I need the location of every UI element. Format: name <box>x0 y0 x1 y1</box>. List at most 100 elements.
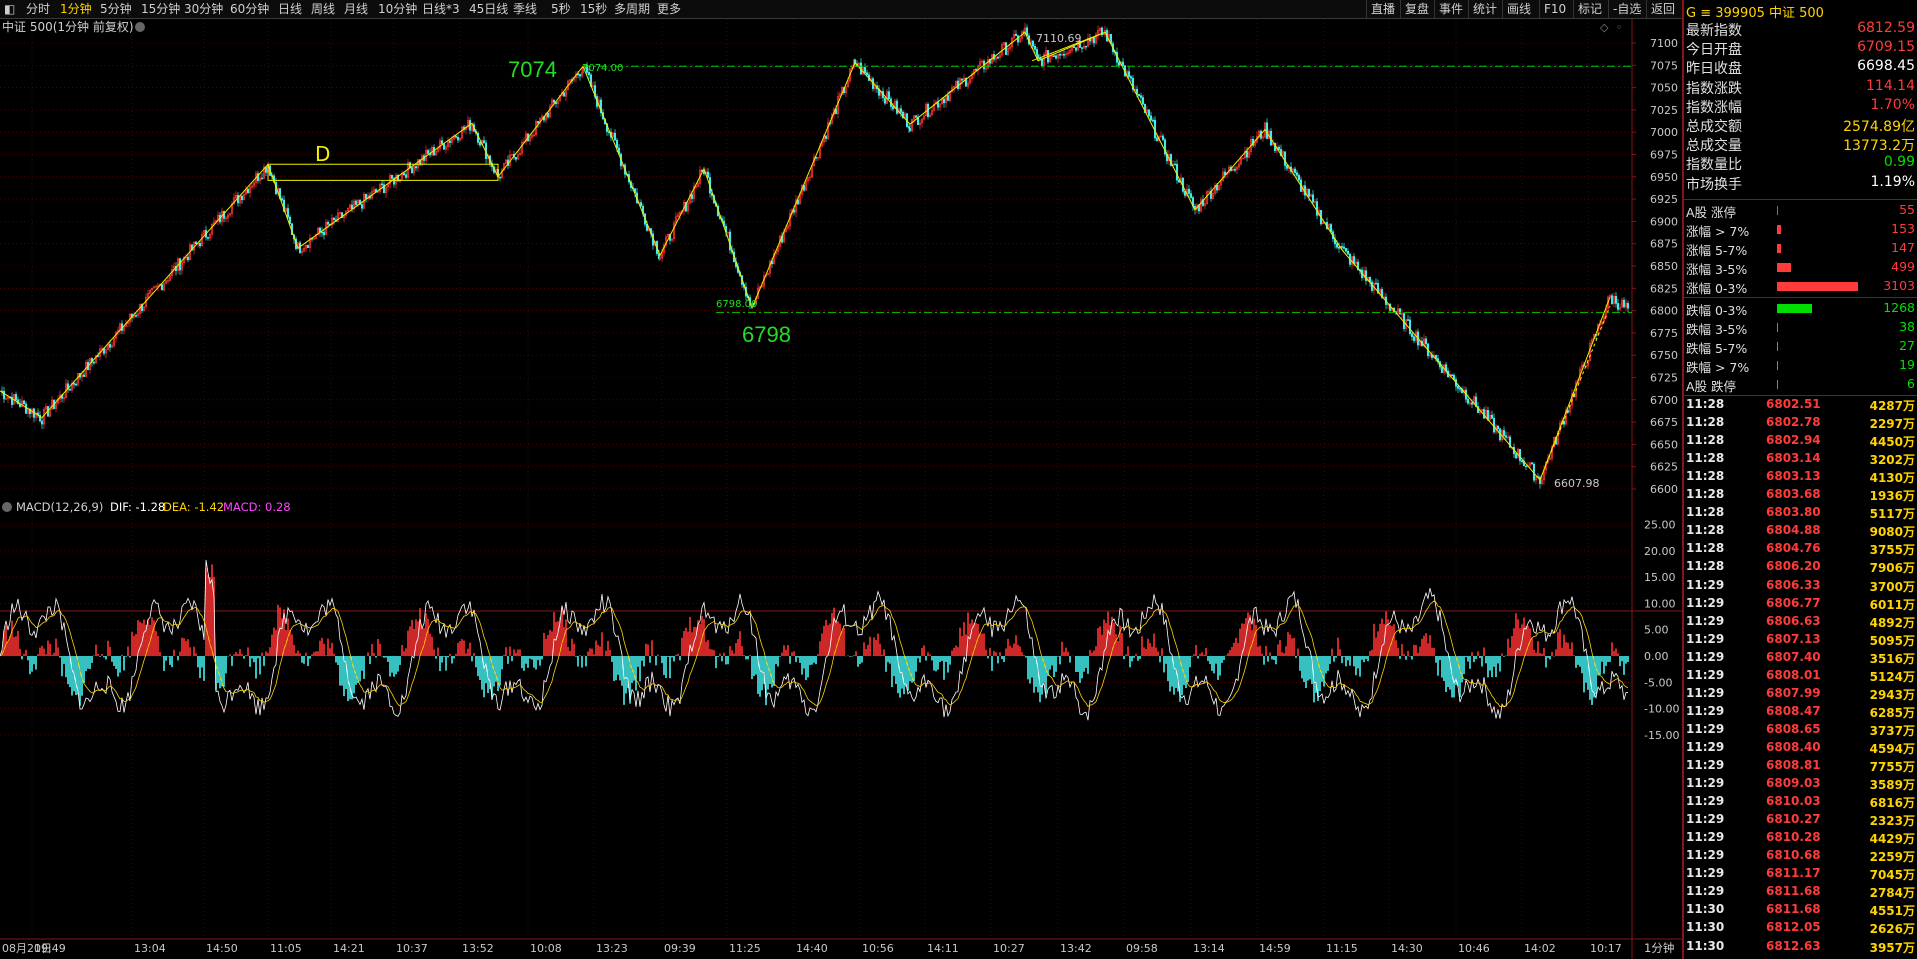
candle-body <box>1311 194 1315 203</box>
period-tab-9[interactable]: 10分钟 <box>376 0 419 18</box>
time-label: 11:15 <box>1326 942 1358 955</box>
macd-name: MACD(12,26,9) <box>16 500 103 514</box>
candle-body <box>865 72 869 76</box>
tick-volume: 2259万 <box>1869 850 1915 865</box>
candle-body <box>414 166 418 169</box>
period-tab-8[interactable]: 月线 <box>342 0 370 18</box>
candle-body <box>1173 163 1177 166</box>
tick-price: 6808.01 <box>1766 667 1821 682</box>
toolbar-right-4[interactable]: 画线 <box>1502 0 1535 18</box>
quote-value: 6812.59 <box>1857 20 1915 36</box>
tick-price: 6804.76 <box>1766 541 1821 556</box>
diamond-icon[interactable]: ◇ <box>1600 21 1609 34</box>
breadth-label: 涨幅 3-5% <box>1686 262 1748 277</box>
candle-body <box>354 200 358 205</box>
zigzag-line[interactable] <box>0 31 1611 482</box>
candle-body <box>907 126 911 129</box>
tick-volume: 3516万 <box>1869 651 1915 666</box>
breadth-label: 涨幅 > 7% <box>1686 224 1750 239</box>
candle-body <box>160 284 164 291</box>
breadth-value: 38 <box>1899 319 1915 334</box>
quote-label: 总成交额 <box>1686 119 1742 135</box>
toolbar-right-2[interactable]: 事件 <box>1434 0 1467 18</box>
candle-body <box>402 172 406 175</box>
candle-body <box>1466 398 1470 404</box>
breadth-label: A股 涨停 <box>1686 205 1737 220</box>
quote-label: 市场换手 <box>1686 176 1742 193</box>
toolbar-right-6[interactable]: 标记 <box>1573 0 1606 18</box>
toolbar-right-0[interactable]: 直播 <box>1366 0 1399 18</box>
breadth-down-row: 跌幅 5-7% 27 <box>1684 337 1917 356</box>
period-tab-16[interactable]: 更多 <box>655 0 683 18</box>
period-tab-4[interactable]: 30分钟 <box>182 0 225 18</box>
tick-volume: 1936万 <box>1869 489 1915 504</box>
chart-title: 中证 500(1分钟 前复权) <box>2 19 134 34</box>
candle-body <box>1610 295 1614 304</box>
tick-price: 6810.68 <box>1766 848 1821 863</box>
time-label: 13:23 <box>596 942 628 955</box>
time-label: 10:37 <box>396 942 428 955</box>
period-tab-1[interactable]: 1分钟 <box>58 0 94 18</box>
quote-value: 13773.2万 <box>1843 138 1915 155</box>
tick-volume: 4287万 <box>1869 399 1915 413</box>
candle-body <box>1295 172 1299 176</box>
breadth-bar <box>1777 361 1778 370</box>
period-tab-3[interactable]: 15分钟 <box>139 0 182 18</box>
toolbar-right-7[interactable]: -自选 <box>1608 0 1645 18</box>
pattern-box[interactable] <box>267 163 499 181</box>
quote-value: 6709.15 <box>1857 39 1915 56</box>
breadth-label: 跌幅 > 7% <box>1686 360 1750 375</box>
breadth-up-row: 涨幅 5-7% 147 <box>1684 239 1917 258</box>
period-label[interactable]: 1分钟 <box>1644 941 1674 955</box>
tick-time: 11:28 <box>1686 397 1725 411</box>
quote-label: 指数量比 <box>1686 157 1742 174</box>
period-tab-7[interactable]: 周线 <box>309 0 337 18</box>
candle-body <box>1052 55 1056 57</box>
tick-row: 11:30 6812.63 3957万 <box>1684 939 1917 957</box>
index-code-header[interactable]: G ≡ 399905 中证 500 <box>1686 2 1824 21</box>
toolbar-menu-icon[interactable]: ◧ <box>2 0 17 18</box>
quote-value: 2574.89亿 <box>1843 119 1915 135</box>
tick-time: 11:29 <box>1686 776 1725 791</box>
tick-time: 11:30 <box>1686 902 1725 917</box>
macd-options-icon[interactable] <box>2 502 12 512</box>
tick-price: 6812.05 <box>1766 920 1821 935</box>
tick-time: 11:28 <box>1686 541 1725 556</box>
breadth-label: 跌幅 5-7% <box>1686 341 1748 356</box>
quote-row: 市场换手 1.19% <box>1684 174 1917 193</box>
toolbar-right-1[interactable]: 复盘 <box>1400 0 1433 18</box>
candle-body <box>1406 319 1410 321</box>
period-tab-0[interactable]: 分时 <box>24 0 52 18</box>
time-label: 09:58 <box>1126 942 1158 955</box>
quote-row: 总成交额 2574.89亿 <box>1684 116 1917 135</box>
toolbar-right-5[interactable]: F10 <box>1539 0 1570 18</box>
period-tab-12[interactable]: 季线 <box>511 0 539 18</box>
candle-body <box>1524 465 1528 468</box>
tick-time: 11:28 <box>1686 559 1725 574</box>
toolbar-right-8[interactable]: 返回 <box>1646 0 1679 18</box>
time-label: 13:14 <box>1193 942 1225 955</box>
collapse-icon[interactable]: ◦ <box>1616 21 1623 34</box>
period-tab-6[interactable]: 日线 <box>276 0 304 18</box>
toolbar-right-3[interactable]: 统计 <box>1468 0 1501 18</box>
quote-row: 指数量比 0.99 <box>1684 154 1917 173</box>
kline-chart[interactable]: 7100 7075 7050 7025 7000 6975 6950 6925 6900 6875… <box>0 19 1682 959</box>
candle-body <box>1297 175 1301 181</box>
chart-options-icon[interactable] <box>135 22 145 32</box>
tick-price: 6807.40 <box>1766 649 1821 664</box>
period-tab-14[interactable]: 15秒 <box>578 0 609 18</box>
candle-body <box>942 98 946 104</box>
macd-dea: DEA: -1.42 <box>163 500 224 514</box>
breadth-value: 147 <box>1891 240 1915 255</box>
price-candles <box>0 22 1630 489</box>
candle-body <box>1245 150 1249 158</box>
candle-body <box>40 420 44 425</box>
period-tab-11[interactable]: 45日线 <box>467 0 510 18</box>
period-tab-13[interactable]: 5秒 <box>549 0 573 18</box>
macd-dif: DIF: -1.28 <box>110 500 165 514</box>
period-tab-10[interactable]: 日线*3 <box>420 0 462 18</box>
period-tab-15[interactable]: 多周期 <box>612 0 652 18</box>
period-tab-2[interactable]: 5分钟 <box>98 0 134 18</box>
period-tab-5[interactable]: 60分钟 <box>228 0 271 18</box>
candle-body <box>1283 151 1287 166</box>
